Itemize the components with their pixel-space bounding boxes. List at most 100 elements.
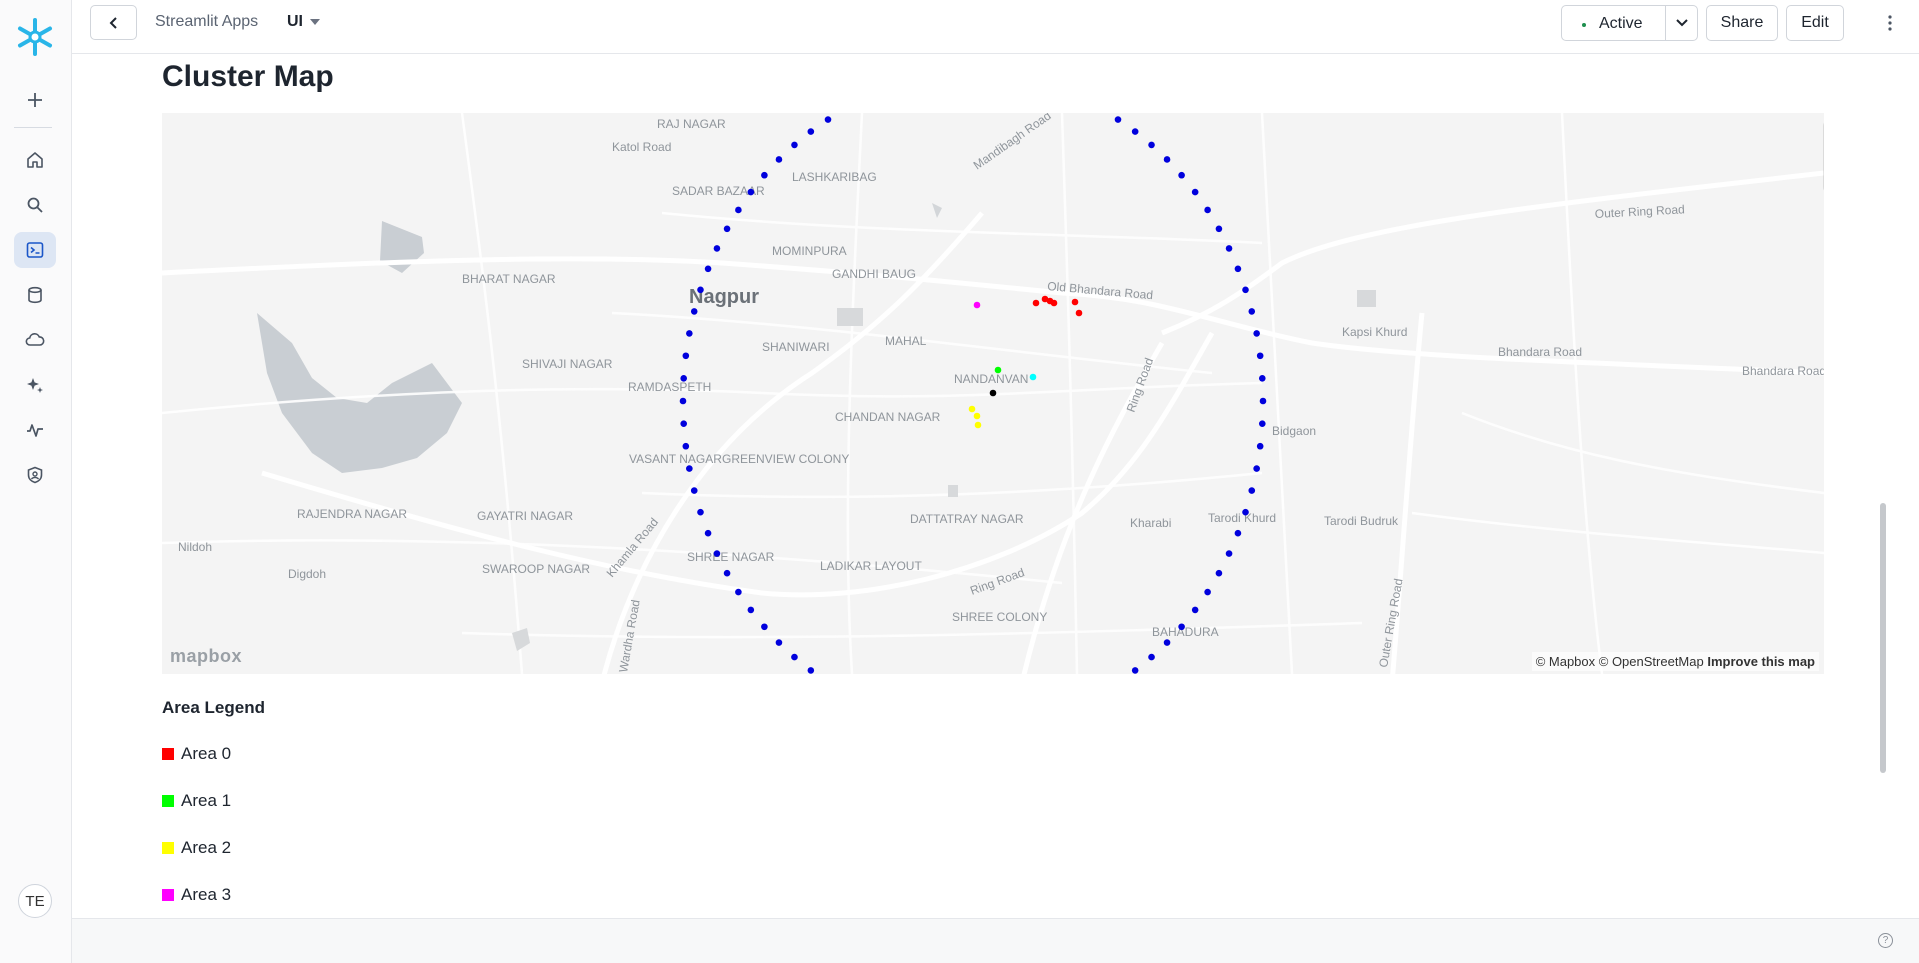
database-icon[interactable]	[14, 277, 56, 313]
shield-icon[interactable]	[14, 457, 56, 493]
ring-point	[1204, 206, 1211, 214]
ring-point	[1253, 465, 1260, 472]
legend-label: Area 3	[181, 885, 232, 904]
home-icon[interactable]	[14, 142, 56, 178]
area-2-point	[974, 421, 982, 429]
ring-point	[1242, 508, 1249, 516]
legend-item-area-0: Area 0	[162, 743, 231, 765]
improve-map-link[interactable]: Improve this map	[1707, 654, 1815, 669]
snowflake-logo-icon[interactable]	[14, 16, 56, 58]
ring-point	[679, 397, 687, 405]
back-button[interactable]	[90, 5, 137, 40]
map-label: Katol Road	[612, 140, 671, 154]
ring-point	[682, 352, 690, 360]
more-options-icon[interactable]	[1875, 8, 1905, 38]
map-label: Digdoh	[288, 567, 326, 581]
ring-point	[1242, 286, 1249, 294]
map-label: GANDHI BAUG	[832, 267, 916, 281]
map-label: SHREE NAGAR	[687, 550, 775, 564]
ring-point	[1253, 330, 1260, 337]
map-label: CHANDAN NAGAR	[835, 410, 941, 424]
legend-item-area-2: Area 2	[162, 837, 231, 859]
map-canvas[interactable]: RAJ NAGAR Katol Road LASHKARIBAG SADAR B…	[162, 113, 1824, 674]
projects-icon[interactable]	[14, 232, 56, 268]
map-label: SHANIWARI	[762, 340, 830, 354]
status-dropdown[interactable]: Active	[1561, 5, 1698, 41]
map-label: Outer Ring Road	[1376, 577, 1405, 668]
ring-point	[1215, 225, 1223, 233]
caret-down-icon[interactable]	[310, 19, 320, 25]
legend-swatch	[162, 842, 174, 854]
cloud-icon[interactable]	[14, 322, 56, 358]
legend-label: Area 0	[181, 744, 232, 763]
ring-point	[1256, 442, 1264, 450]
ring-point	[1248, 308, 1256, 315]
ring-point	[775, 156, 783, 163]
map-label: BAHADURA	[1152, 625, 1219, 639]
attribution-text[interactable]: © Mapbox © OpenStreetMap	[1536, 654, 1704, 669]
map-label: Kharabi	[1130, 516, 1171, 530]
ring-point	[690, 308, 698, 315]
ring-point	[1163, 156, 1171, 163]
ring-point	[1234, 529, 1242, 537]
breadcrumb-app-name[interactable]: UI	[287, 13, 303, 31]
map-label: SHIVAJI NAGAR	[522, 357, 613, 371]
map-label: Nildoh	[178, 540, 212, 554]
ring-point	[686, 330, 693, 337]
area-0-point	[1032, 299, 1040, 307]
map-label: LADIKAR LAYOUT	[820, 559, 922, 573]
edit-button[interactable]: Edit	[1786, 5, 1844, 41]
ring-point	[1191, 606, 1199, 614]
activity-icon[interactable]	[14, 412, 56, 448]
breadcrumb-streamlit-apps[interactable]: Streamlit Apps	[155, 13, 258, 31]
ring-point	[735, 206, 742, 214]
avatar[interactable]: TE	[18, 884, 52, 918]
area-4-point	[1029, 373, 1037, 381]
ring-point	[697, 286, 704, 294]
map-label: GAYATRI NAGAR	[477, 509, 573, 523]
legend-label: Area 2	[181, 838, 232, 857]
map-label: Old Bhandara Road	[1047, 279, 1154, 302]
ring-point	[1148, 653, 1155, 661]
ring-point	[747, 606, 755, 614]
ring-point	[747, 188, 755, 196]
ring-point	[775, 639, 783, 646]
mapbox-logo[interactable]: mapbox	[170, 646, 242, 667]
ring-point	[824, 116, 832, 123]
vertical-scrollbar[interactable]	[1880, 503, 1886, 773]
map-label: RAJ NAGAR	[657, 117, 726, 131]
area-0-point	[1075, 309, 1083, 317]
map-label: Kapsi Khurd	[1342, 325, 1407, 339]
area-1-point	[994, 366, 1002, 374]
map-label: SWAROOP NAGAR	[482, 562, 590, 576]
ring-point	[713, 550, 721, 557]
map-label: RAJENDRA NAGAR	[297, 507, 407, 521]
status-label[interactable]: Active	[1599, 15, 1643, 33]
avatar-initials: TE	[25, 892, 45, 910]
legend-swatch	[162, 795, 174, 807]
chevron-down-icon[interactable]	[1666, 6, 1698, 40]
legend-swatch	[162, 889, 174, 901]
search-icon[interactable]	[14, 187, 56, 223]
left-rail: TE	[0, 0, 72, 963]
map-label: RAMDASPETH	[628, 380, 711, 394]
help-icon[interactable]: ?	[1878, 933, 1893, 948]
map-label: BHARAT NAGAR	[462, 272, 556, 286]
ring-point	[1131, 667, 1139, 674]
ring-point	[761, 623, 768, 631]
ring-point	[735, 588, 742, 596]
ring-point	[791, 141, 798, 149]
add-icon[interactable]	[14, 82, 56, 118]
ai-sparkle-icon[interactable]	[14, 367, 56, 403]
cluster-map[interactable]: RAJ NAGAR Katol Road LASHKARIBAG SADAR B…	[162, 113, 1824, 674]
ring-point	[1258, 375, 1266, 382]
map-label: Tarodi Budruk	[1324, 514, 1399, 528]
share-button[interactable]: Share	[1706, 5, 1778, 41]
ring-point	[1148, 141, 1155, 149]
ring-point	[704, 265, 712, 273]
status-dot-icon	[1582, 23, 1586, 27]
ring-point	[704, 529, 712, 537]
ring-point	[1114, 116, 1122, 123]
map-label: Tarodi Khurd	[1208, 511, 1276, 525]
top-bar: Streamlit Apps UI Active Share Edit	[72, 0, 1919, 54]
